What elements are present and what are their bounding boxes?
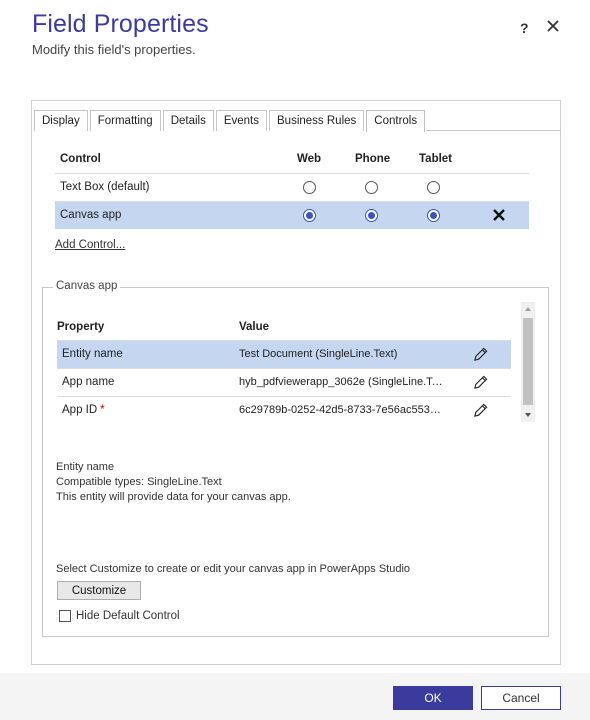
header-web: Web: [297, 153, 322, 165]
edit-button[interactable]: [473, 375, 488, 390]
control-row-canvas-app[interactable]: Canvas app: [55, 201, 529, 229]
edit-button[interactable]: [473, 347, 488, 362]
hide-default-checkbox[interactable]: [59, 610, 71, 622]
close-button[interactable]: [544, 17, 562, 35]
property-name: App name: [62, 376, 115, 388]
add-control-link[interactable]: Add Control...: [55, 239, 125, 251]
scroll-down-button[interactable]: [521, 408, 535, 422]
dialog-subtitle: Modify this field's properties.: [32, 42, 196, 57]
hide-default-label: Hide Default Control: [76, 610, 180, 622]
pencil-icon: [474, 403, 488, 417]
property-name: App ID *: [62, 404, 105, 416]
property-row-app-id[interactable]: App ID * 6c29789b-0252-42d5-8733-7e56ac55…: [57, 396, 511, 424]
header-value: Value: [239, 321, 270, 333]
remove-control-button[interactable]: [492, 208, 506, 222]
dialog-footer: OK Cancel: [0, 673, 590, 720]
scroll-thumb[interactable]: [523, 318, 533, 405]
dialog-title: Field Properties: [32, 10, 209, 38]
tab-events[interactable]: Events: [215, 110, 268, 131]
control-label: Canvas app: [60, 209, 122, 221]
required-marker: *: [100, 404, 105, 416]
property-info: Entity name Compatible types: SingleLine…: [56, 460, 291, 505]
web-radio[interactable]: [303, 209, 316, 222]
close-icon: [493, 209, 505, 221]
hide-default-control[interactable]: Hide Default Control: [59, 610, 180, 622]
property-row-app-name[interactable]: App name hyb_pdfviewerapp_3062e (SingleL…: [57, 368, 511, 396]
tab-bar: Display Formatting Details Events Busine…: [32, 110, 426, 132]
header-tablet: Tablet: [419, 153, 453, 165]
property-name: Entity name: [62, 348, 123, 360]
phone-radio[interactable]: [365, 181, 378, 194]
property-table-header: Property Value: [57, 321, 511, 339]
ok-button[interactable]: OK: [393, 686, 473, 710]
tablet-radio[interactable]: [427, 181, 440, 194]
property-scrollbar[interactable]: [521, 302, 535, 422]
property-value: hyb_pdfviewerapp_3062e (SingleLine.Text): [239, 376, 444, 388]
property-row-entity-name[interactable]: Entity name Test Document (SingleLine.Te…: [57, 340, 511, 368]
tab-display[interactable]: Display: [34, 110, 88, 131]
help-button[interactable]: ?: [520, 20, 529, 36]
customize-note: Select Customize to create or edit your …: [56, 563, 411, 575]
cancel-button[interactable]: Cancel: [481, 686, 561, 710]
property-value: Test Document (SingleLine.Text): [239, 348, 398, 360]
header-phone: Phone: [355, 153, 391, 165]
control-row-textbox[interactable]: Text Box (default): [55, 173, 529, 201]
controls-table-header: Control Web Phone Tablet: [55, 153, 529, 173]
pencil-icon: [474, 375, 488, 389]
pencil-icon: [474, 347, 488, 361]
tab-details[interactable]: Details: [162, 110, 214, 131]
info-line: This entity will provide data for your c…: [56, 491, 291, 503]
scroll-up-button[interactable]: [521, 302, 535, 316]
fieldset-legend: Canvas app: [53, 280, 121, 292]
property-value: 6c29789b-0252-42d5-8733-7e56ac553ab1: [239, 404, 444, 416]
web-radio[interactable]: [303, 181, 316, 194]
info-line: Entity name: [56, 461, 115, 473]
control-label: Text Box (default): [60, 181, 150, 193]
close-icon: [547, 20, 559, 32]
property-name-text: App ID: [62, 404, 98, 416]
header-property: Property: [57, 321, 105, 333]
edit-button[interactable]: [473, 403, 488, 418]
customize-button[interactable]: Customize: [57, 581, 141, 600]
tab-formatting[interactable]: Formatting: [89, 110, 161, 131]
tab-controls[interactable]: Controls: [366, 110, 426, 132]
tab-business-rules[interactable]: Business Rules: [269, 110, 365, 131]
canvas-app-fieldset: Canvas app Property Value Entity name Te…: [42, 280, 549, 637]
phone-radio[interactable]: [365, 209, 378, 222]
caret-up-icon: [525, 307, 531, 311]
header-control: Control: [60, 153, 101, 165]
info-line: Compatible types: SingleLine.Text: [56, 476, 222, 488]
caret-down-icon: [525, 413, 531, 417]
tab-divider: [426, 130, 561, 131]
tablet-radio[interactable]: [427, 209, 440, 222]
properties-panel: Display Formatting Details Events Busine…: [31, 100, 561, 665]
